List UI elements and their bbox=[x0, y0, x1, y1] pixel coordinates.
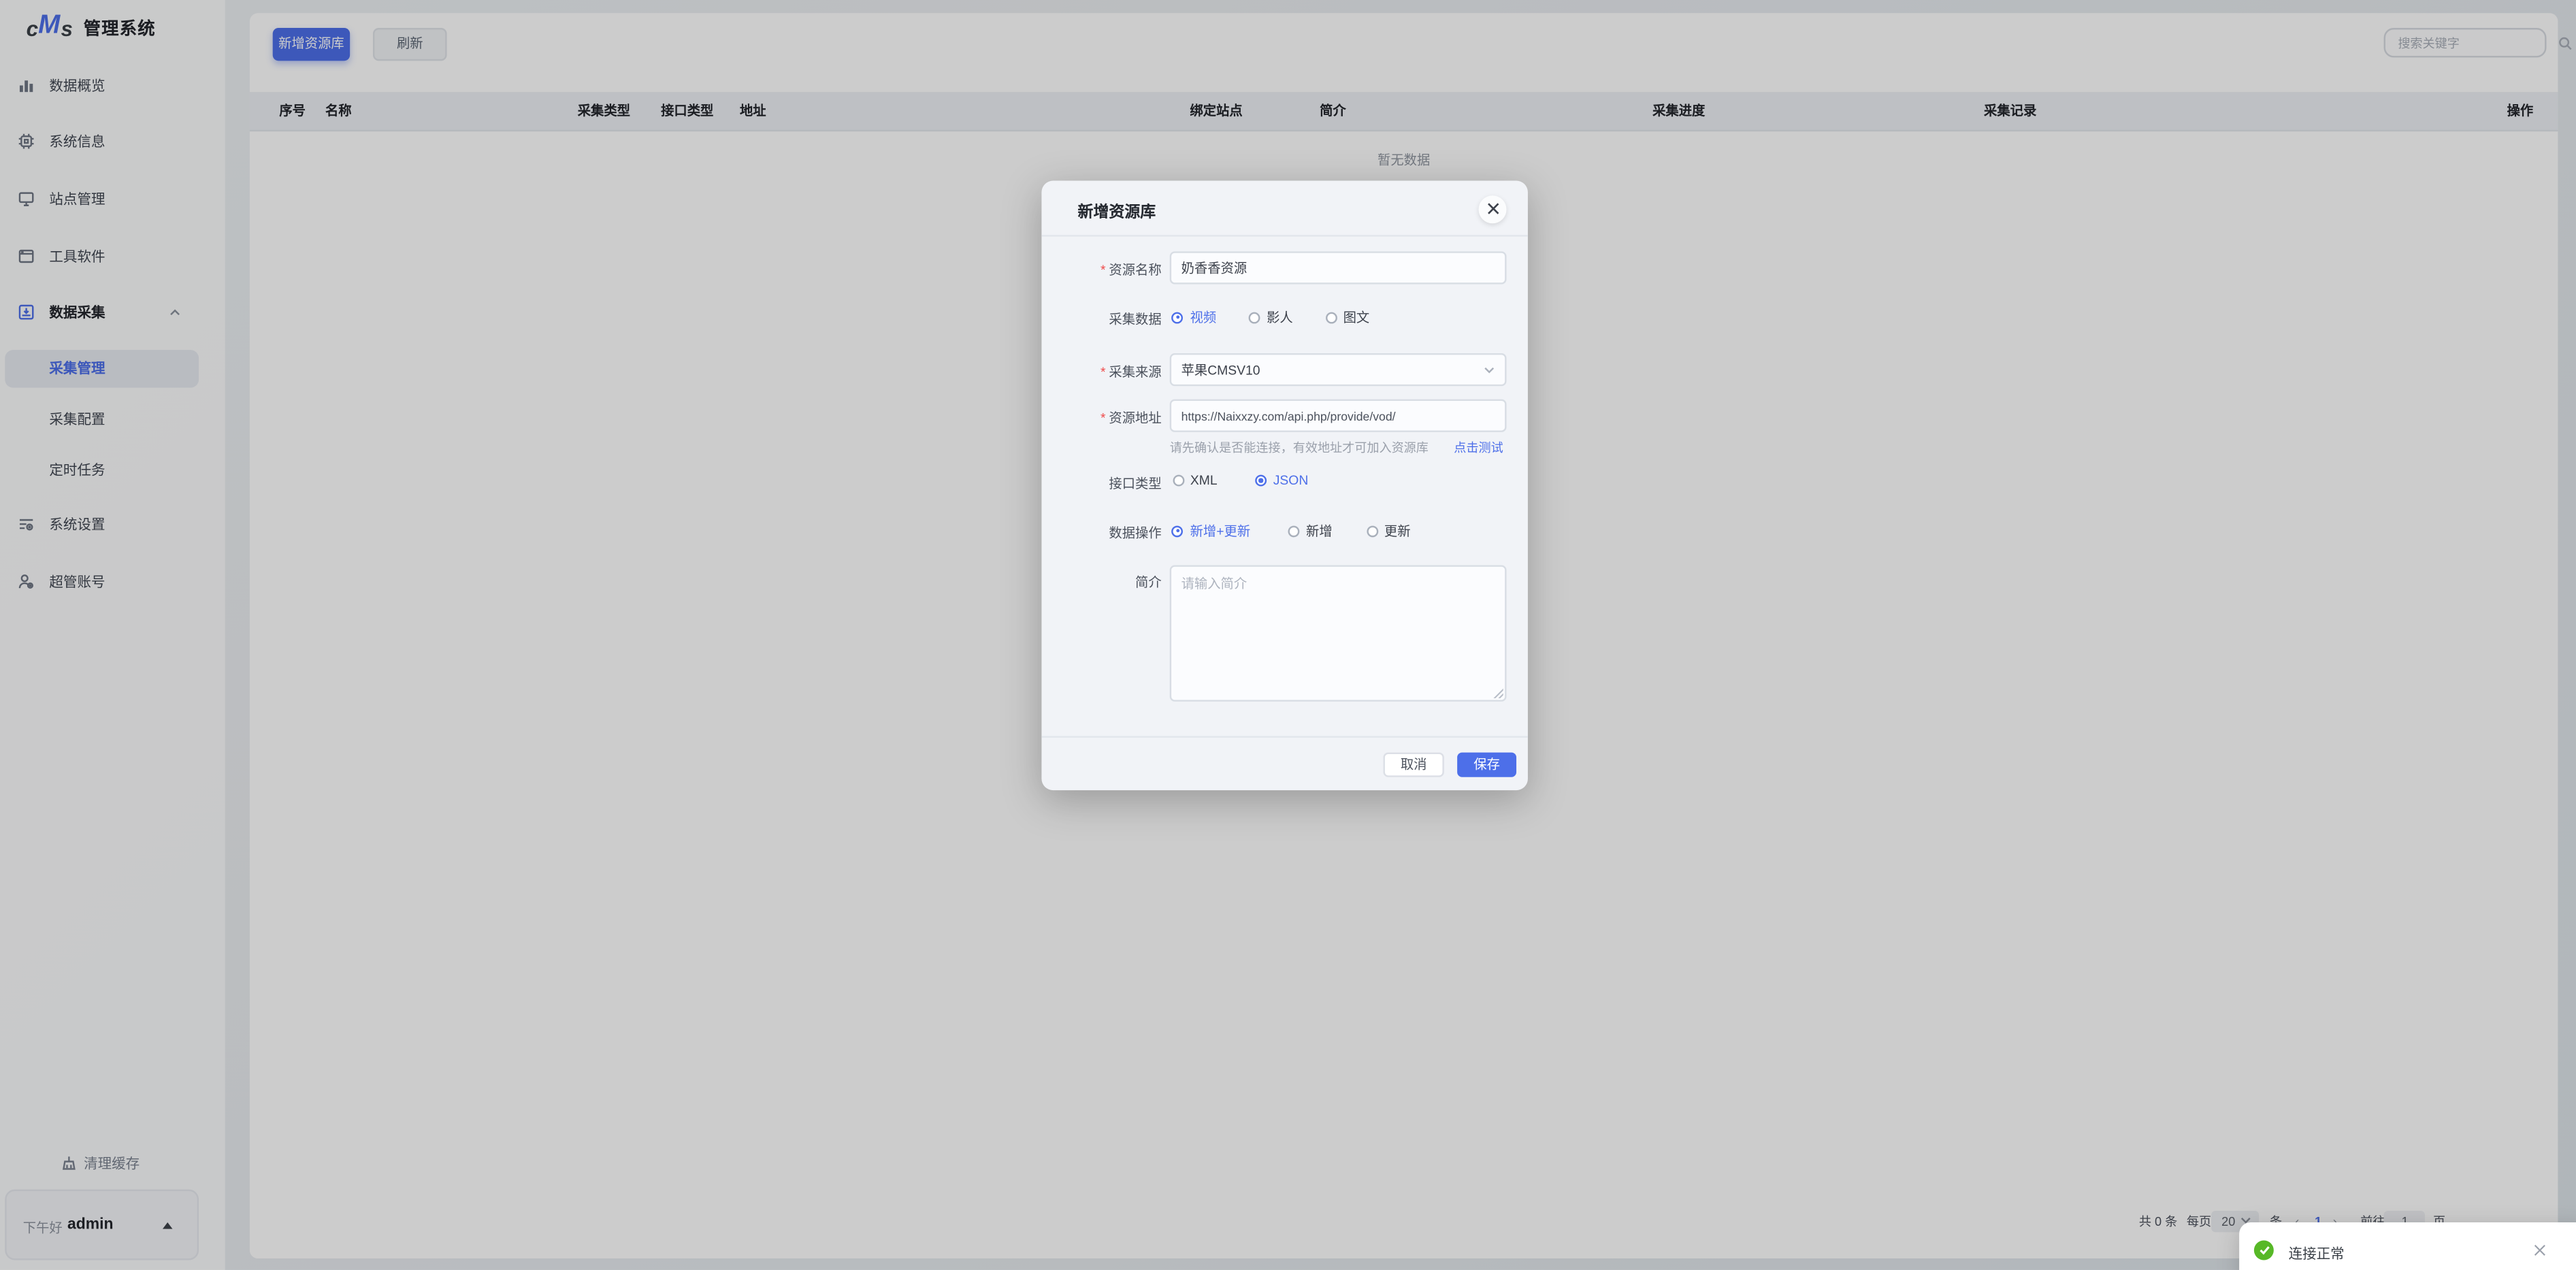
intro-textarea[interactable] bbox=[1171, 567, 1505, 700]
radio-icon bbox=[1172, 475, 1184, 487]
source-select-value: 苹果CMSV10 bbox=[1181, 361, 1260, 379]
api-type-radio-group: XML JSON bbox=[1041, 473, 1528, 489]
dialog-title: 新增资源库 bbox=[1078, 199, 1156, 222]
radio-add-update[interactable]: 新增+更新 bbox=[1172, 522, 1250, 540]
address-input[interactable] bbox=[1171, 408, 1505, 423]
toast-message: 连接正常 bbox=[2289, 1243, 2345, 1263]
radio-add[interactable]: 新增 bbox=[1288, 522, 1332, 540]
collect-data-radio-group: 视频 影人 图文 bbox=[1041, 308, 1528, 325]
radio-actor[interactable]: 影人 bbox=[1249, 308, 1293, 327]
radio-icon bbox=[1366, 525, 1377, 536]
name-input[interactable] bbox=[1171, 261, 1505, 276]
toast-close-icon[interactable] bbox=[2530, 1240, 2548, 1258]
source-select[interactable]: 苹果CMSV10 bbox=[1170, 353, 1507, 386]
add-resource-dialog: 新增资源库 *资源名称 采集数据 视频 影人 图文 *采集来源 苹果CMSV10… bbox=[1041, 181, 1528, 791]
intro-textarea-wrap bbox=[1170, 565, 1507, 701]
success-check-icon bbox=[2254, 1240, 2274, 1260]
radio-update[interactable]: 更新 bbox=[1366, 522, 1410, 540]
radio-json[interactable]: JSON bbox=[1255, 473, 1308, 488]
chevron-down-icon bbox=[1484, 365, 1495, 374]
field-label-source: *采集来源 bbox=[1041, 363, 1161, 381]
radio-icon bbox=[1325, 312, 1337, 323]
dialog-footer-divider bbox=[1041, 736, 1528, 737]
radio-icon bbox=[1172, 525, 1184, 536]
radio-video[interactable]: 视频 bbox=[1172, 308, 1216, 327]
resize-handle[interactable] bbox=[1493, 687, 1502, 697]
success-toast: 连接正常 bbox=[2239, 1222, 2576, 1270]
radio-xml[interactable]: XML bbox=[1172, 473, 1217, 488]
radio-icon bbox=[1255, 475, 1267, 487]
dialog-close-button[interactable] bbox=[1479, 195, 1507, 223]
cancel-button[interactable]: 取消 bbox=[1384, 753, 1444, 777]
test-connection-link[interactable]: 点击测试 bbox=[1454, 439, 1503, 457]
radio-icon bbox=[1172, 312, 1184, 323]
radio-article[interactable]: 图文 bbox=[1325, 308, 1369, 327]
radio-icon bbox=[1288, 525, 1299, 536]
app-root: cMs 管理系统 数据概览 系统信息 站点管理 工具软件 bbox=[0, 0, 2576, 1270]
field-label-address: *资源地址 bbox=[1041, 409, 1161, 427]
data-op-radio-group: 新增+更新 新增 更新 bbox=[1041, 522, 1528, 538]
name-input-wrap bbox=[1170, 251, 1507, 284]
save-button[interactable]: 保存 bbox=[1457, 753, 1516, 777]
field-label-name: *资源名称 bbox=[1041, 261, 1161, 280]
dialog-header-divider bbox=[1041, 235, 1528, 236]
close-icon bbox=[1486, 202, 1499, 215]
address-input-wrap bbox=[1170, 400, 1507, 432]
radio-icon bbox=[1249, 312, 1260, 323]
field-label-intro: 简介 bbox=[1041, 573, 1161, 591]
